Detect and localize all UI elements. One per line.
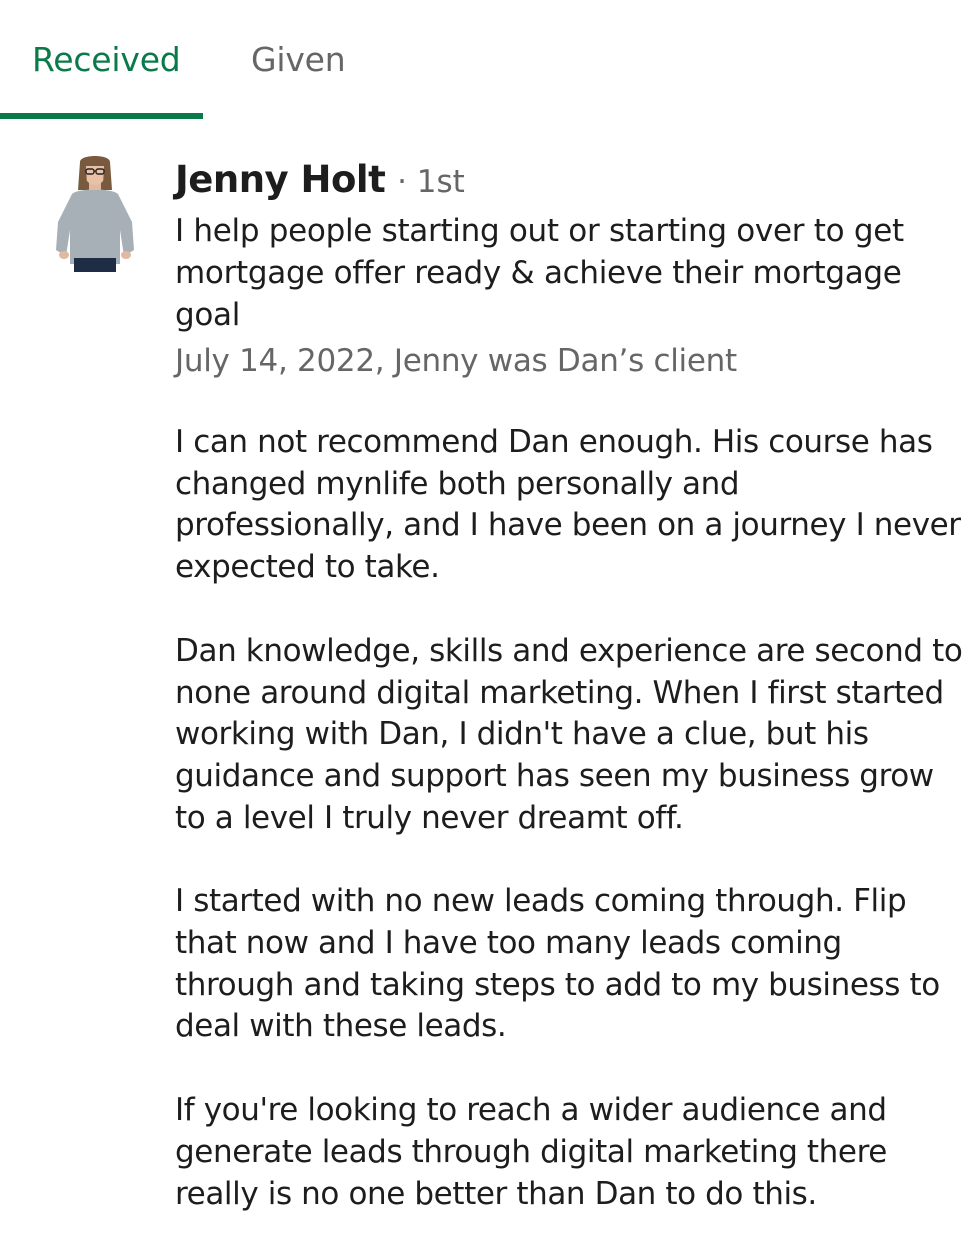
recommendation-text: I can not recommend Dan enough. His cour… [175,422,965,1215]
recommendation-meta: July 14, 2022, Jenny was Dan’s client [175,343,737,379]
recommendation-card: Jenny Holt · 1st I help people starting … [175,152,965,1257]
tab-received[interactable]: Received [32,38,181,82]
tab-bar: Received Given [0,0,980,120]
avatar[interactable] [52,152,138,274]
author-line: Jenny Holt · 1st [175,152,965,208]
recommendation-paragraph: I can not recommend Dan enough. His cour… [175,424,961,586]
author-name[interactable]: Jenny Holt [175,158,386,201]
recommendation-paragraph: I started with no new leads coming throu… [175,883,940,1045]
recommendation-paragraph: If you're looking to reach a wider audie… [175,1092,887,1212]
active-tab-indicator [0,113,203,119]
author-headline: I help people starting out or starting o… [175,213,904,333]
profile-photo [56,156,134,272]
connection-degree: · 1st [397,164,465,200]
tab-given[interactable]: Given [251,38,346,82]
recommendation-paragraph: Dan knowledge, skills and experience are… [175,632,963,836]
